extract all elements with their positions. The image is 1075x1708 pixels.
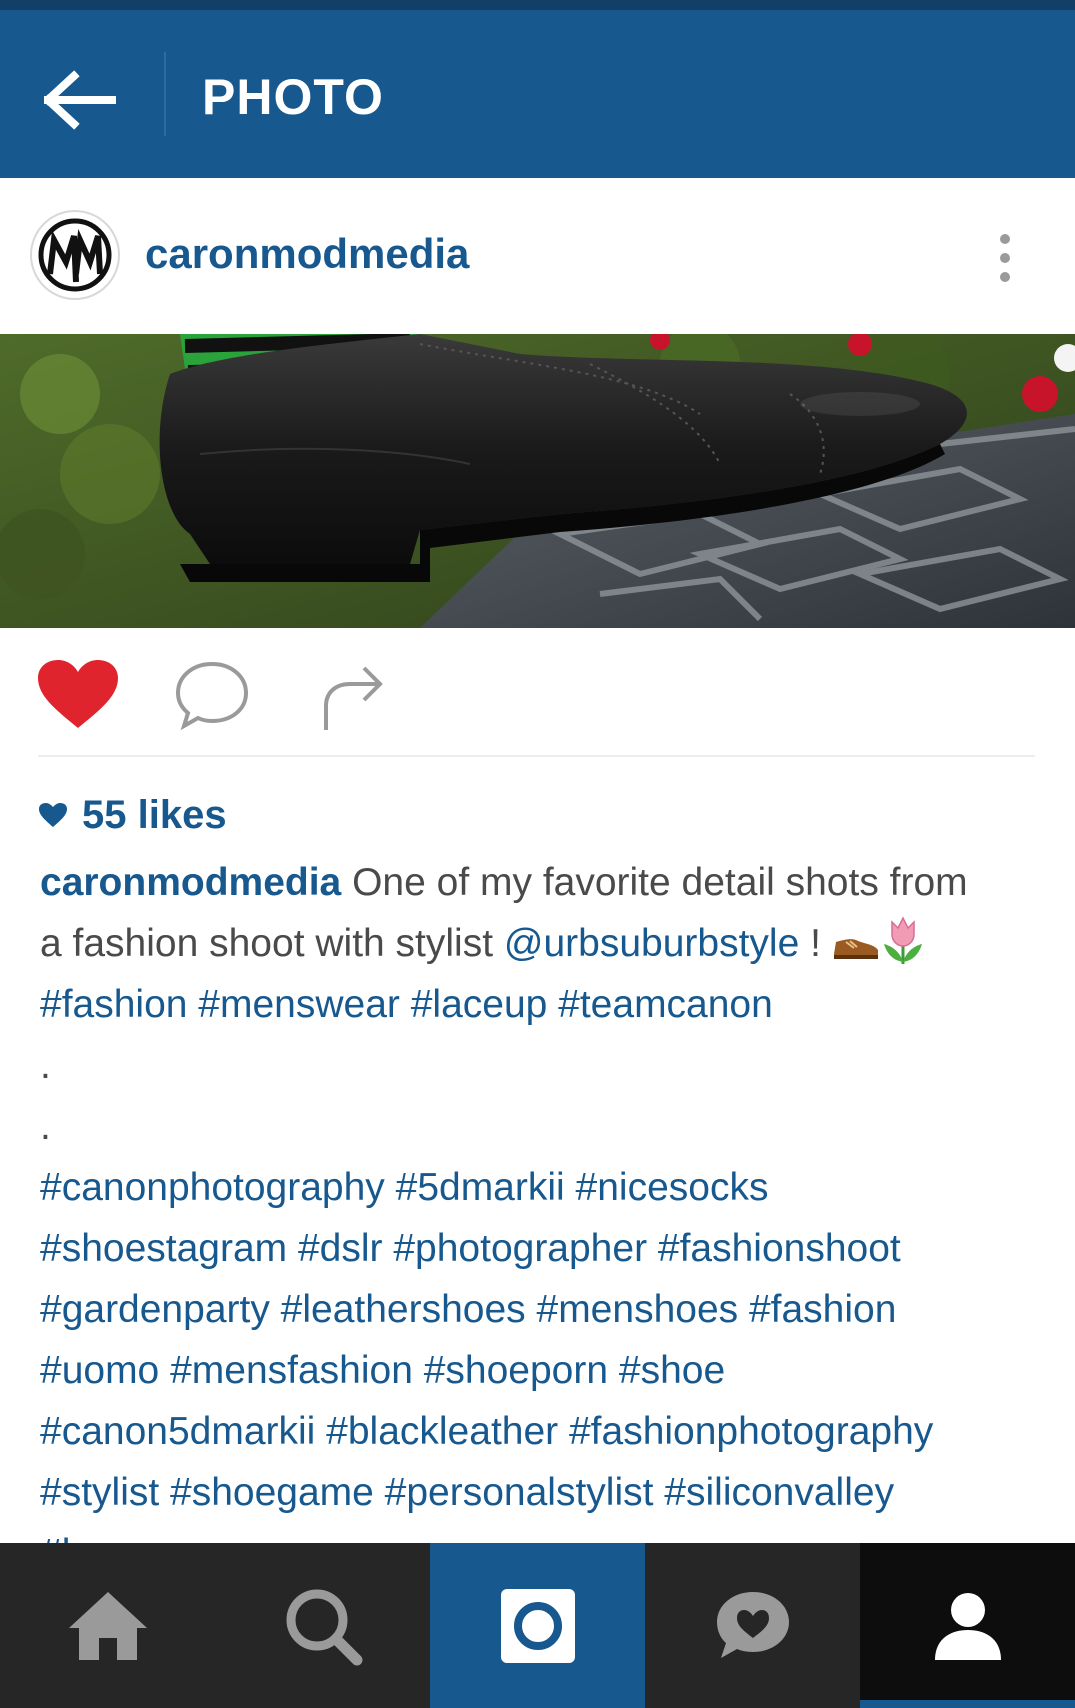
back-button[interactable] <box>40 60 120 140</box>
actions-divider <box>38 755 1035 757</box>
caption-dot: . <box>40 1044 51 1087</box>
mention-link[interactable]: @urbsuburbstyle <box>504 922 799 965</box>
more-vertical-icon <box>1000 234 1010 244</box>
bottom-nav <box>0 1543 1075 1708</box>
nav-camera[interactable] <box>430 1543 645 1708</box>
shoe-photo-image <box>0 334 1075 628</box>
home-icon <box>68 1591 147 1660</box>
header-divider <box>164 52 166 136</box>
hashtag-line[interactable]: #uomo #mensfashion #shoeporn #shoe <box>40 1340 1040 1401</box>
app-header: PHOTO <box>0 10 1075 178</box>
heart-filled-icon <box>38 660 118 728</box>
caption-text: a fashion shoot with stylist <box>40 922 504 965</box>
hashtag-line[interactable]: #canonphotography #5dmarkii #nicesocks <box>40 1157 1040 1218</box>
nav-home[interactable] <box>0 1543 215 1708</box>
more-options-button[interactable] <box>990 228 1020 288</box>
post-header: caronmodmedia <box>0 178 1075 334</box>
likes-count: 55 likes <box>82 792 227 837</box>
shoe-emoji <box>833 939 878 959</box>
hashtag-line[interactable]: #fashion #menswear #laceup #teamcanon <box>40 974 1040 1035</box>
page-title: PHOTO <box>202 69 384 125</box>
arrow-left-icon <box>44 70 116 130</box>
activity-heart-icon <box>716 1591 789 1658</box>
nav-search[interactable] <box>215 1543 430 1708</box>
caption-dot: . <box>40 1105 51 1148</box>
nav-activity[interactable] <box>645 1543 860 1708</box>
heart-small-icon <box>39 803 67 827</box>
likes-row[interactable]: 55 likes <box>38 790 227 840</box>
caption-line: caronmodmedia One of my favorite detail … <box>40 852 1040 913</box>
caption-text: ! <box>799 922 832 965</box>
tulip-emoji <box>883 916 922 964</box>
hashtag-line[interactable]: #canon5dmarkii #blackleather #fashionpho… <box>40 1401 1040 1462</box>
mm-monogram-avatar <box>38 218 112 292</box>
hashtag-line[interactable]: #gardenparty #leathershoes #menshoes #fa… <box>40 1279 1040 1340</box>
caption-username[interactable]: caronmodmedia <box>40 861 341 904</box>
hashtag-line[interactable]: #stylist #shoegame #personalstylist #sil… <box>40 1462 1040 1523</box>
post-photo[interactable] <box>0 334 1075 628</box>
hashtag-line[interactable]: #shoestagram #dslr #photographer #fashio… <box>40 1218 1040 1279</box>
post-username[interactable]: caronmodmedia <box>145 230 469 278</box>
caption-line: a fashion shoot with stylist @urbsuburbs… <box>40 913 1040 974</box>
camera-icon <box>500 1588 575 1663</box>
status-bar <box>0 0 1075 10</box>
post-actions <box>0 628 1075 756</box>
caption-text: One of my favorite detail shots from <box>341 861 968 904</box>
like-button[interactable] <box>36 658 120 735</box>
comment-button[interactable] <box>174 660 250 737</box>
share-arrow-icon <box>324 666 383 730</box>
post-caption: caronmodmedia One of my favorite detail … <box>40 852 1040 1584</box>
user-avatar[interactable] <box>30 210 120 300</box>
search-icon <box>286 1589 362 1665</box>
comment-bubble-icon <box>175 661 249 731</box>
profile-icon <box>934 1592 1001 1660</box>
nav-profile[interactable] <box>860 1543 1075 1708</box>
share-button[interactable] <box>320 660 386 737</box>
